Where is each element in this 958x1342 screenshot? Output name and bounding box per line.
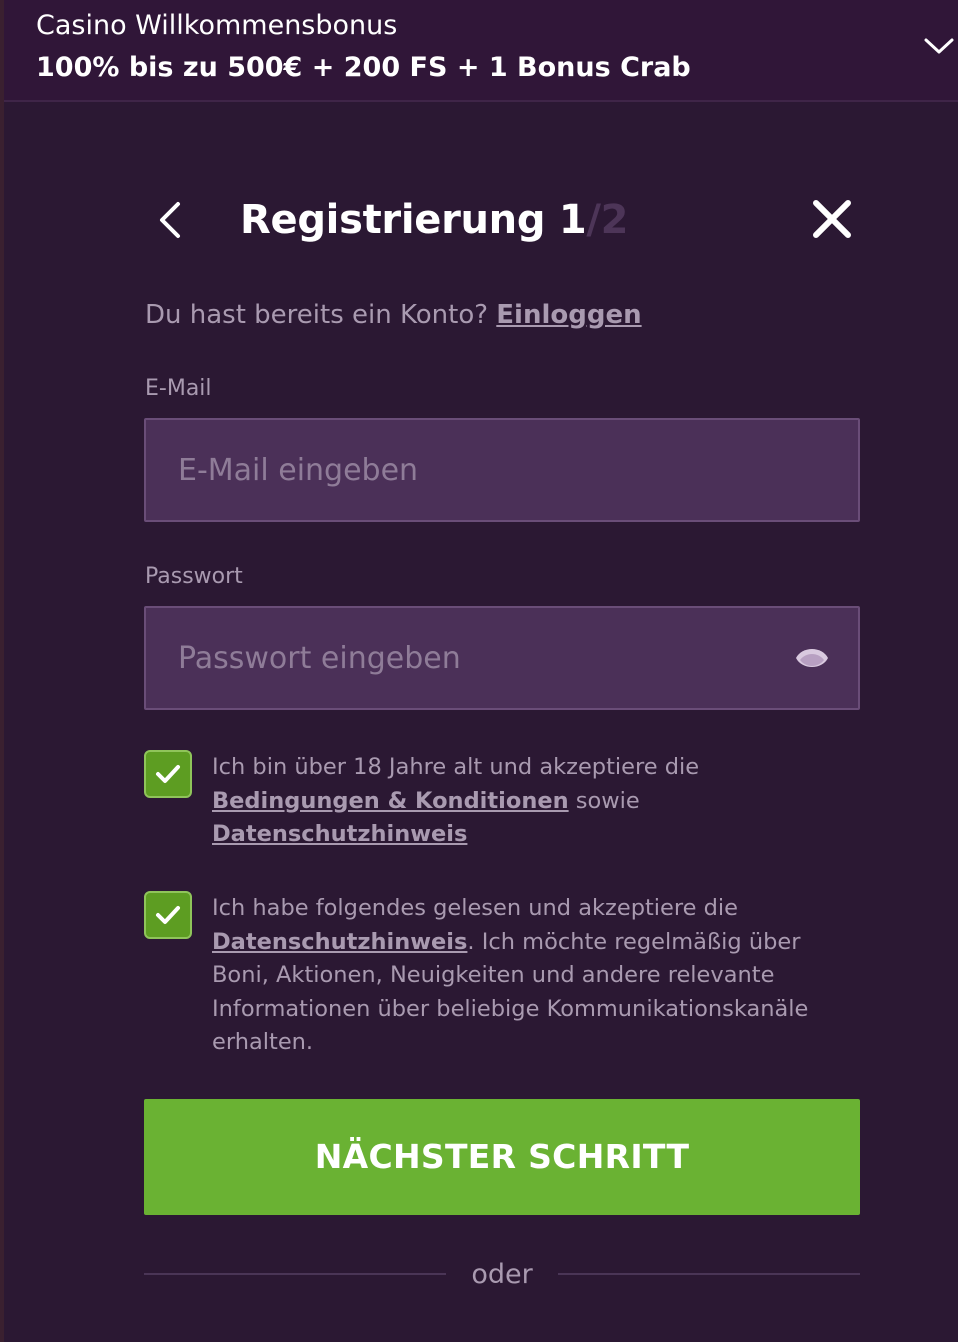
eye-icon[interactable] (794, 642, 830, 674)
banner-title: Casino Willkommensbonus (36, 10, 398, 41)
checkmark-icon (156, 906, 180, 924)
privacy-link[interactable]: Datenschutzhinweis (212, 929, 467, 955)
password-field[interactable] (178, 608, 778, 708)
close-icon[interactable] (806, 193, 858, 245)
divider-line-left (144, 1273, 446, 1275)
page-title: Registrierung 1/2 (240, 192, 629, 248)
password-label: Passwort (145, 564, 243, 589)
marketing-consent-checkbox[interactable] (144, 891, 192, 939)
login-link[interactable]: Einloggen (496, 300, 641, 330)
terms-link[interactable]: Bedingungen & Konditionen (212, 788, 569, 814)
title-text: Registrierung (240, 197, 559, 243)
email-field[interactable] (178, 420, 778, 520)
consent-text: Ich habe folgendes gelesen und akzeptier… (212, 895, 739, 921)
chevron-down-icon[interactable] (922, 32, 956, 58)
email-label: E-Mail (145, 376, 212, 401)
next-step-button[interactable]: NÄCHSTER SCHRITT (144, 1099, 860, 1215)
divider-text: oder (471, 1259, 533, 1290)
checkmark-icon (156, 765, 180, 783)
email-field-container (144, 418, 860, 522)
login-prompt: Du hast bereits ein Konto? Einloggen (145, 296, 642, 334)
chevron-left-icon[interactable] (148, 194, 192, 246)
step-current: 1 (558, 197, 587, 243)
login-prompt-text: Du hast bereits ein Konto? (145, 300, 497, 330)
consent-text: sowie (568, 787, 640, 814)
age-terms-consent-text: Ich bin über 18 Jahre alt und akzeptiere… (212, 751, 862, 852)
step-total: /2 (586, 197, 629, 243)
privacy-link[interactable]: Datenschutzhinweis (212, 821, 467, 847)
consent-text: Ich bin über 18 Jahre alt und akzeptiere… (212, 754, 700, 780)
welcome-bonus-banner[interactable]: Casino Willkommensbonus 100% bis zu 500€… (4, 0, 958, 102)
divider-line-right (558, 1273, 860, 1275)
password-field-container (144, 606, 860, 710)
banner-offer: 100% bis zu 500€ + 200 FS + 1 Bonus Crab (36, 52, 691, 83)
marketing-consent-text: Ich habe folgendes gelesen und akzeptier… (212, 892, 862, 1060)
registration-page: Casino Willkommensbonus 100% bis zu 500€… (0, 0, 958, 1342)
age-terms-checkbox[interactable] (144, 750, 192, 798)
left-edge-strip (0, 0, 4, 1342)
